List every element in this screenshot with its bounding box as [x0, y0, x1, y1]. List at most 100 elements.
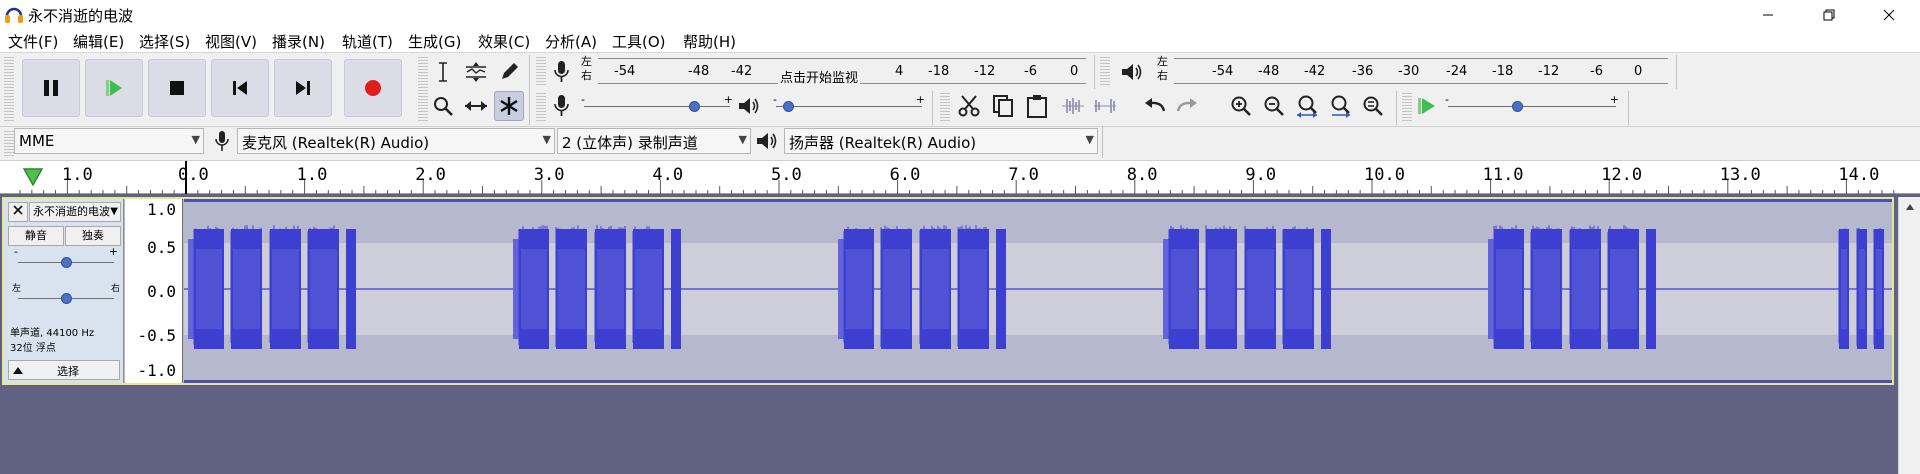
paste-button[interactable] [1022, 91, 1052, 121]
slider-thumb[interactable] [689, 101, 701, 112]
amplitude-ruler[interactable]: 1.0 0.5 0.0 -0.5 -1.0 [125, 199, 183, 383]
meter-left-label: 左 [581, 55, 592, 68]
playback-device-select[interactable]: 扬声器 (Realtek(R) Audio) ▼ [784, 128, 1098, 154]
zoom-out-button[interactable] [1259, 91, 1289, 121]
track-name-menu[interactable]: 永不消逝的电波 ▼ [29, 202, 121, 222]
playback-meter-button[interactable] [1117, 57, 1147, 87]
fit-selection-button[interactable] [1292, 91, 1322, 121]
recording-device-select[interactable]: 麦克风 (Realtek(R) Audio) ▼ [237, 128, 555, 154]
menu-generate[interactable]: 生成(G) [408, 31, 461, 52]
zoom-tool-button[interactable] [428, 91, 458, 121]
slider-thumb[interactable] [60, 257, 72, 268]
play-at-speed-slider[interactable]: - + [1445, 93, 1619, 117]
redo-button[interactable] [1172, 91, 1202, 121]
audio-host-select[interactable]: MME ▼ [14, 128, 204, 154]
recording-meter[interactable]: 左 右 -54 -48 -42 点击开始监视 4 -18 -12 -6 0 [580, 55, 1090, 86]
ruler-ticks [19, 161, 1895, 194]
multi-tool-button[interactable] [494, 91, 524, 121]
meter-right-label: 右 [581, 69, 592, 82]
close-button[interactable] [1866, 0, 1912, 30]
menu-help[interactable]: 帮助(H) [683, 31, 736, 52]
waveform-burst-rms [1841, 249, 1847, 329]
menu-tools[interactable]: 工具(O) [612, 31, 666, 52]
close-icon [1883, 9, 1895, 21]
slider-thumb[interactable] [782, 101, 794, 112]
zoom-in-button[interactable] [1226, 91, 1256, 121]
slider-track [776, 106, 922, 107]
record-button[interactable] [344, 59, 402, 117]
menu-effect[interactable]: 效果(C) [478, 31, 530, 52]
meter-tick: -30 [1398, 64, 1420, 79]
meter-tick: -6 [1024, 64, 1037, 79]
redo-icon [1176, 98, 1197, 112]
toolbar-grip[interactable] [4, 57, 14, 123]
track-close-button[interactable] [8, 202, 28, 222]
play-at-speed-button[interactable] [1412, 91, 1442, 121]
toolbar-grip[interactable] [1402, 93, 1412, 121]
meter-click-to-monitor[interactable]: 点击开始监视 [778, 67, 861, 86]
envelope-icon [466, 62, 486, 82]
menu-transport[interactable]: 播录(N) [272, 31, 325, 52]
pause-button[interactable] [22, 59, 80, 117]
pan-slider[interactable]: 左 右 [12, 284, 120, 309]
recording-volume-icon-button [546, 91, 576, 121]
menu-file[interactable]: 文件(F) [8, 31, 58, 52]
solo-button[interactable]: 独奏 [65, 226, 121, 246]
mute-button[interactable]: 静音 [8, 226, 64, 246]
scroll-up-icon[interactable] [1905, 203, 1915, 211]
fit-project-button[interactable] [1325, 91, 1355, 121]
meter-tick: -42 [1304, 64, 1326, 79]
stop-button[interactable] [148, 59, 206, 117]
playback-meter[interactable]: 左 右 -54 -48 -42 -36 -30 -24 -18 -12 -6 0 [1152, 55, 1672, 85]
toolbar-grip[interactable] [4, 131, 14, 157]
recording-volume-slider[interactable]: - + [581, 93, 733, 117]
slider-minus: - [1445, 93, 1449, 106]
toolbar-grip[interactable] [940, 93, 950, 121]
waveform[interactable] [184, 199, 1892, 383]
trim-audio-button[interactable] [1058, 91, 1088, 121]
menu-view[interactable]: 视图(V) [205, 31, 257, 52]
meter-tick: -18 [1492, 64, 1514, 79]
recording-channels-select[interactable]: 2 (立体声) 录制声道 ▼ [557, 128, 751, 154]
stop-icon [170, 81, 184, 95]
track-select-button[interactable]: 选择 [57, 363, 79, 379]
slider-thumb[interactable] [1512, 101, 1524, 112]
time-shift-tool-button[interactable] [461, 91, 491, 121]
collapse-icon[interactable] [12, 365, 24, 375]
menu-tracks[interactable]: 轨道(T) [342, 31, 393, 52]
menu-analyze[interactable]: 分析(A) [545, 31, 597, 52]
skip-to-end-icon [296, 81, 310, 95]
minimize-button[interactable] [1745, 0, 1791, 30]
skip-to-end-button[interactable] [274, 59, 332, 117]
toolbar-grip[interactable] [536, 57, 546, 85]
toolbar-grip[interactable] [1100, 57, 1110, 85]
waveform-area[interactable] [184, 199, 1892, 383]
play-button[interactable] [85, 59, 143, 117]
slider-plus: + [915, 93, 925, 106]
envelope-tool-button[interactable] [461, 57, 491, 87]
slider-thumb[interactable] [60, 293, 72, 304]
menu-select[interactable]: 选择(S) [139, 31, 190, 52]
copy-button[interactable] [988, 91, 1018, 121]
play-icon [106, 80, 122, 96]
toolbar-grip[interactable] [418, 57, 428, 123]
toolbar-separator [529, 55, 530, 125]
track-info-format: 单声道, 44100 Hz [10, 328, 95, 339]
timeline-ruler[interactable]: 1.0 0.0 1.0 2.0 3.0 4.0 5.0 6.0 7.0 8.0 9.0 10.0 11… [0, 160, 1920, 194]
playback-volume-slider[interactable]: - + [773, 93, 925, 117]
draw-tool-button[interactable] [494, 57, 524, 87]
silence-audio-button[interactable] [1090, 91, 1120, 121]
skip-to-start-button[interactable] [211, 59, 269, 117]
pencil-icon [502, 63, 518, 79]
undo-button[interactable] [1140, 91, 1170, 121]
zoom-toggle-button[interactable] [1358, 91, 1388, 121]
recording-meter-button[interactable] [546, 57, 576, 87]
vertical-scrollbar[interactable] [1898, 197, 1920, 474]
cut-button[interactable] [954, 91, 984, 121]
meter-tick: 0 [1634, 64, 1643, 79]
gain-slider[interactable]: - + [14, 245, 118, 273]
toolbar-grip[interactable] [536, 93, 546, 121]
selection-tool-button[interactable] [428, 57, 458, 87]
restore-button[interactable] [1806, 0, 1852, 30]
menu-edit[interactable]: 编辑(E) [73, 31, 124, 52]
